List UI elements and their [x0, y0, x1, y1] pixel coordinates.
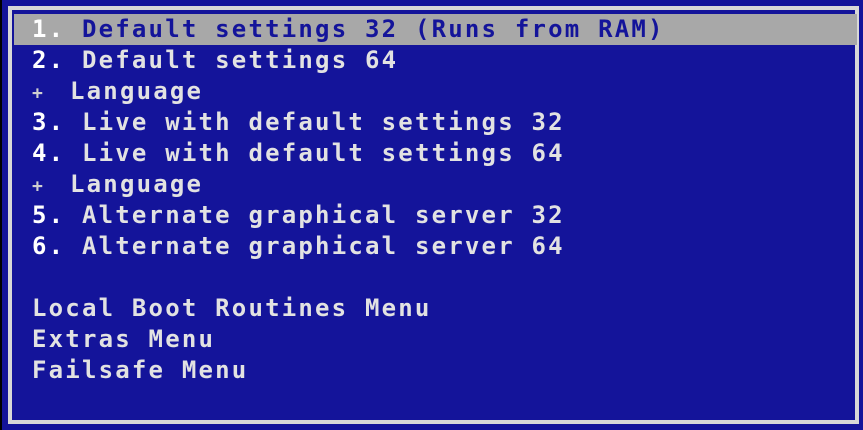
menu-item-number: 2. — [32, 46, 66, 74]
menu-item-label: Alternate graphical server 64 — [65, 232, 565, 260]
menu-item-alt-graphical-32[interactable]: 5. Alternate graphical server 32 — [14, 200, 857, 231]
menu-item-number: 3. — [32, 108, 66, 136]
menu-item-label: Default settings 32 (Runs from RAM) — [65, 15, 665, 43]
menu-item-label: Language — [70, 170, 204, 198]
menu-item-number: 1. — [32, 15, 66, 43]
menu-item-language-1[interactable]: + Language — [14, 76, 857, 107]
menu-spacer — [14, 262, 857, 293]
menu-item-default-64[interactable]: 2. Default settings 64 — [14, 45, 857, 76]
menu-item-label: Language — [70, 77, 204, 105]
menu-item-live-32[interactable]: 3. Live with default settings 32 — [14, 107, 857, 138]
boot-screen: 1. Default settings 32 (Runs from RAM) 2… — [0, 0, 863, 430]
plus-icon: + — [32, 83, 46, 104]
menu-item-label: Live with default settings 64 — [65, 139, 565, 167]
menu-item-label: Alternate graphical server 32 — [65, 201, 565, 229]
menu-item-local-boot-routines[interactable]: Local Boot Routines Menu — [14, 293, 857, 324]
menu-item-failsafe[interactable]: Failsafe Menu — [14, 355, 857, 386]
boot-menu-panel: 1. Default settings 32 (Runs from RAM) 2… — [2, 0, 863, 430]
menu-item-label: Default settings 64 — [65, 46, 399, 74]
menu-item-label: Extras Menu — [32, 325, 216, 353]
boot-menu: 1. Default settings 32 (Runs from RAM) 2… — [14, 14, 857, 386]
menu-item-number: 6. — [32, 232, 66, 260]
menu-item-label: Live with default settings 32 — [65, 108, 565, 136]
plus-icon: + — [32, 176, 46, 197]
menu-item-number: 4. — [32, 139, 66, 167]
menu-item-label: Failsafe Menu — [32, 356, 249, 384]
menu-item-extras[interactable]: Extras Menu — [14, 324, 857, 355]
menu-item-alt-graphical-64[interactable]: 6. Alternate graphical server 64 — [14, 231, 857, 262]
menu-item-number: 5. — [32, 201, 66, 229]
menu-item-language-2[interactable]: + Language — [14, 169, 857, 200]
menu-item-default-32[interactable]: 1. Default settings 32 (Runs from RAM) — [14, 14, 857, 45]
menu-item-label: Local Boot Routines Menu — [32, 294, 432, 322]
menu-item-live-64[interactable]: 4. Live with default settings 64 — [14, 138, 857, 169]
